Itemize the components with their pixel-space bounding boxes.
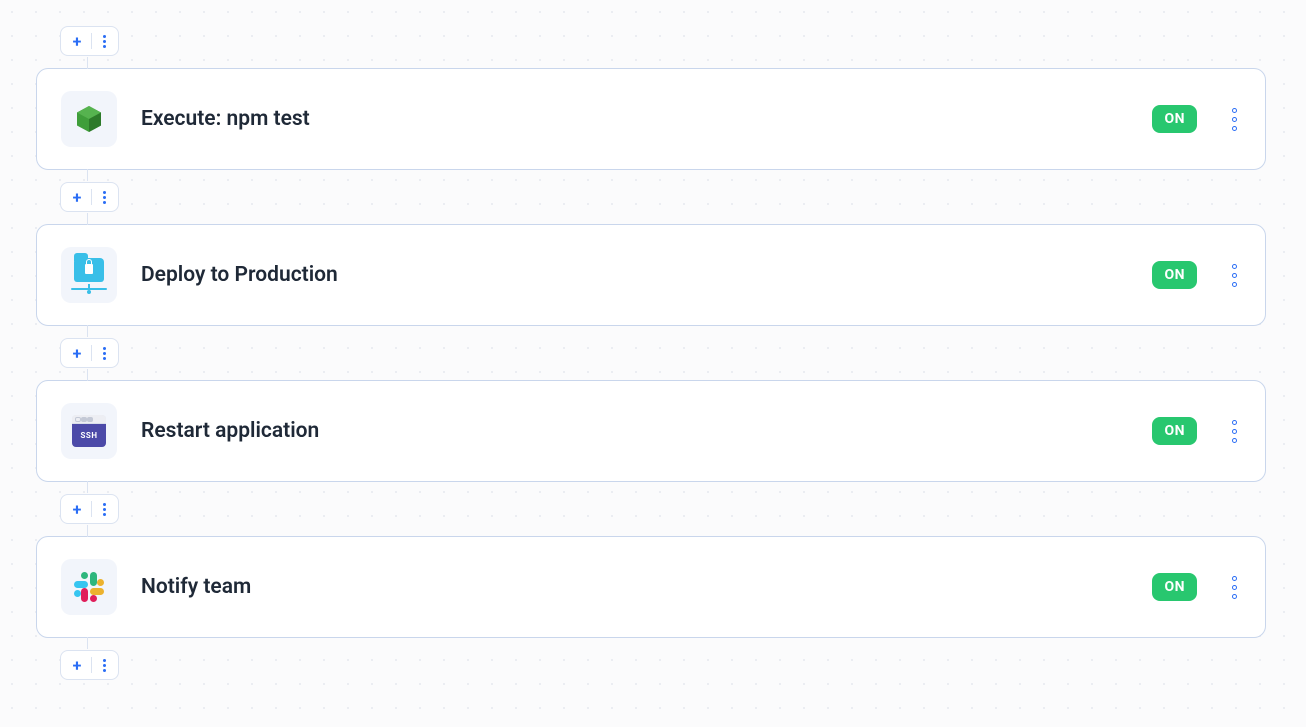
pipeline-flow: + Execute: npm test ON + Depl <box>36 26 1266 680</box>
pipeline-step[interactable]: Execute: npm test ON <box>36 68 1266 170</box>
more-icon[interactable] <box>96 187 112 207</box>
status-toggle[interactable]: ON <box>1152 261 1197 289</box>
step-menu-button[interactable] <box>1221 576 1241 599</box>
plus-icon: + <box>67 343 87 363</box>
ssh-icon: SSH <box>72 415 106 447</box>
step-title: Deploy to Production <box>141 263 1128 287</box>
step-title: Restart application <box>141 419 1128 443</box>
step-title: Notify team <box>141 575 1128 599</box>
slack-icon <box>72 570 106 604</box>
step-menu-button[interactable] <box>1221 108 1241 131</box>
plus-icon: + <box>67 655 87 675</box>
add-action-button[interactable]: + <box>60 650 119 680</box>
sftp-icon <box>71 258 107 292</box>
plus-icon: + <box>67 499 87 519</box>
add-action-button[interactable]: + <box>60 26 119 56</box>
pipeline-step[interactable]: Notify team ON <box>36 536 1266 638</box>
step-title: Execute: npm test <box>141 107 1128 131</box>
status-toggle[interactable]: ON <box>1152 417 1197 445</box>
more-icon[interactable] <box>96 655 112 675</box>
node-icon <box>73 103 105 135</box>
more-icon[interactable] <box>96 31 112 51</box>
more-icon[interactable] <box>96 343 112 363</box>
pipeline-step[interactable]: Deploy to Production ON <box>36 224 1266 326</box>
more-icon[interactable] <box>96 499 112 519</box>
add-action-button[interactable]: + <box>60 494 119 524</box>
add-action-button[interactable]: + <box>60 338 119 368</box>
pipeline-step[interactable]: SSH Restart application ON <box>36 380 1266 482</box>
step-menu-button[interactable] <box>1221 264 1241 287</box>
step-menu-button[interactable] <box>1221 420 1241 443</box>
status-toggle[interactable]: ON <box>1152 105 1197 133</box>
plus-icon: + <box>67 31 87 51</box>
add-action-button[interactable]: + <box>60 182 119 212</box>
status-toggle[interactable]: ON <box>1152 573 1197 601</box>
plus-icon: + <box>67 187 87 207</box>
